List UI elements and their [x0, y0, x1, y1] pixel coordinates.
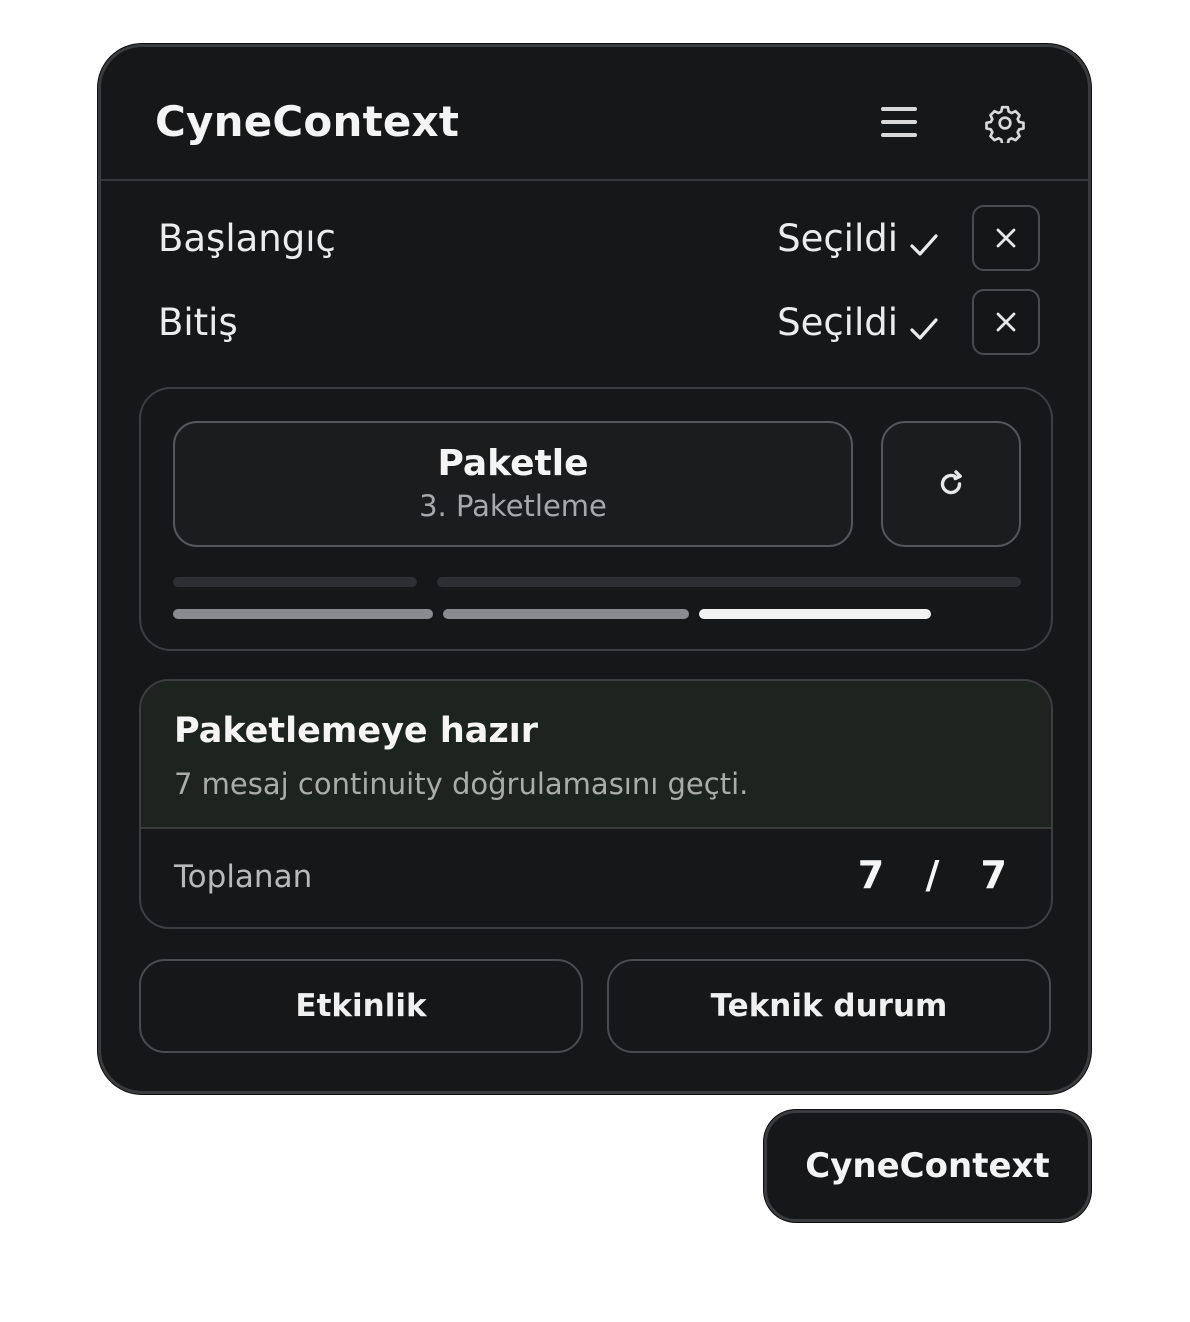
refresh-icon	[940, 470, 962, 495]
check-icon	[908, 225, 940, 256]
status-description: 7 mesaj continuity doğrulamasını geçti.	[174, 767, 749, 801]
progress-step-3-active	[699, 609, 931, 619]
pack-button-title: Paketle	[437, 443, 589, 484]
status-title: Paketlemeye hazır	[174, 711, 538, 751]
gear-icon[interactable]	[985, 103, 1025, 146]
range-end-label: Bitiş	[158, 301, 238, 344]
clear-start-button[interactable]	[972, 205, 1040, 271]
progress-step-2	[443, 609, 689, 619]
panel-header: CyneContext	[101, 47, 1088, 181]
progress-track-left	[173, 577, 417, 587]
range-end-status: Seçildi	[777, 301, 940, 344]
close-icon	[996, 228, 1016, 248]
range-end-status-text: Seçildi	[777, 301, 898, 344]
activity-button[interactable]: Etkinlik	[139, 959, 583, 1053]
hamburger-menu-icon[interactable]	[881, 105, 919, 139]
refresh-button[interactable]	[881, 421, 1021, 547]
pack-button-subtitle: 3. Paketleme	[419, 489, 607, 523]
check-icon	[908, 309, 940, 340]
close-icon	[996, 312, 1016, 332]
app-title: CyneContext	[155, 97, 460, 146]
status-card: Paketlemeye hazır 7 mesaj continuity doğ…	[139, 679, 1053, 929]
progress-track-right	[437, 577, 1021, 587]
collected-label: Toplanan	[174, 859, 313, 895]
range-start-status-text: Seçildi	[777, 217, 898, 260]
progress-step-1	[173, 609, 433, 619]
range-start-label: Başlangıç	[158, 217, 336, 260]
cynecontext-panel: CyneContext Başlangıç Seçildi Bitiş Seçi…	[98, 44, 1091, 1094]
pack-button[interactable]: Paketle 3. Paketleme	[173, 421, 853, 547]
technical-status-button[interactable]: Teknik durum	[607, 959, 1051, 1053]
launcher-button[interactable]: CyneContext	[764, 1110, 1091, 1222]
collected-value: 7 / 7	[857, 853, 1021, 897]
clear-end-button[interactable]	[972, 289, 1040, 355]
ready-banner: Paketlemeye hazır 7 mesaj continuity doğ…	[141, 681, 1051, 829]
range-start-row: Başlangıç Seçildi	[101, 205, 1088, 275]
range-end-row: Bitiş Seçildi	[101, 289, 1088, 359]
pack-card: Paketle 3. Paketleme	[139, 387, 1053, 651]
range-start-status: Seçildi	[777, 217, 940, 260]
